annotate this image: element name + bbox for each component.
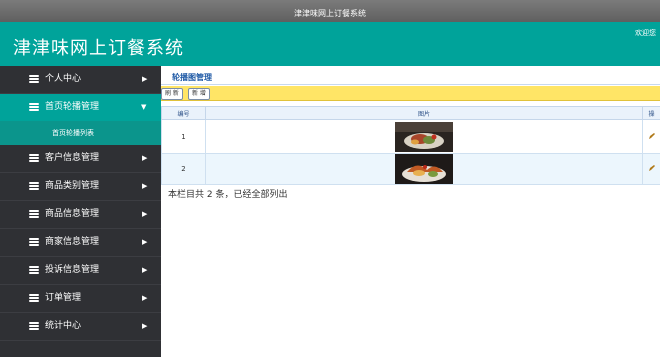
chevron-right-icon: ▶ [142, 294, 148, 302]
chevron-down-icon: ▼ [141, 103, 147, 111]
sidebar-item-label: 商品类别管理 [45, 181, 100, 191]
column-header-id: 编号 [161, 106, 206, 120]
stack-icon [29, 294, 39, 303]
chevron-right-icon: ▶ [142, 322, 148, 330]
stack-icon [29, 103, 39, 112]
sidebar-item-label: 首页轮播管理 [45, 102, 100, 112]
add-button[interactable]: 新 增 [188, 88, 210, 100]
cell-actions [642, 119, 660, 154]
cell-image [205, 119, 643, 154]
chevron-right-icon: ▶ [142, 238, 148, 246]
app-header: 津津味网上订餐系统 欢迎您 [0, 22, 660, 66]
app-title: 津津味网上订餐系统 [13, 38, 184, 59]
welcome-text: 欢迎您 [635, 29, 656, 37]
sidebar-item-order-management[interactable]: 订单管理 ▶ [0, 285, 161, 313]
food-photo-image [395, 121, 453, 152]
record-count-text: 本栏目共 2 条，已经全部列出 [168, 190, 288, 200]
refresh-button[interactable]: 刷 新 [161, 88, 183, 100]
sidebar-item-carousel-management[interactable]: 首页轮播管理 ▼ [0, 94, 161, 121]
sidebar-item-personal-center[interactable]: 个人中心 ▶ [0, 66, 161, 94]
sidebar-item-merchant-management[interactable]: 商家信息管理 ▶ [0, 229, 161, 257]
stack-icon [29, 210, 39, 219]
stack-icon [29, 182, 39, 191]
food-photo-image [395, 154, 453, 184]
cell-actions [642, 153, 660, 185]
sidebar-item-label: 统计中心 [45, 321, 82, 331]
sidebar-item-label: 客户信息管理 [45, 153, 100, 163]
chevron-right-icon: ▶ [142, 266, 148, 274]
sidebar: 个人中心 ▶ 首页轮播管理 ▼ 首页轮播列表 客户信息管理 ▶ 商品类别管理 ▶… [0, 66, 161, 357]
stack-icon [29, 154, 39, 163]
sidebar-item-statistics-center[interactable]: 统计中心 ▶ [0, 313, 161, 341]
sidebar-item-label: 商家信息管理 [45, 237, 100, 247]
chevron-right-icon: ▶ [142, 210, 148, 218]
page-title: 轮播图管理 [172, 73, 212, 82]
column-header-actions: 操 [642, 106, 660, 120]
stack-icon [29, 75, 39, 84]
chevron-right-icon: ▶ [142, 182, 148, 190]
sidebar-item-complaint-management[interactable]: 投诉信息管理 ▶ [0, 257, 161, 285]
stack-icon [29, 238, 39, 247]
toolbar: 刷 新 新 增 [161, 86, 660, 101]
sidebar-item-customer-management[interactable]: 客户信息管理 ▶ [0, 145, 161, 173]
chevron-right-icon: ▶ [142, 154, 148, 162]
sidebar-item-label: 个人中心 [45, 74, 82, 84]
cell-id: 1 [161, 119, 206, 154]
chevron-right-icon: ▶ [142, 75, 148, 83]
sidebar-item-product-management[interactable]: 商品信息管理 ▶ [0, 201, 161, 229]
edit-icon[interactable] [648, 165, 655, 171]
main-content: 轮播图管理 刷 新 新 增 编号 图片 操 1 2 本栏目共 2 条，已经全部列… [161, 66, 660, 357]
stack-icon [29, 266, 39, 275]
cell-id: 2 [161, 153, 206, 185]
sidebar-item-label: 投诉信息管理 [45, 265, 100, 275]
window-title-bar: 津津味网上订餐系统 [0, 0, 660, 24]
carousel-table: 编号 图片 操 1 2 [161, 106, 660, 185]
sidebar-subitem-carousel-list[interactable]: 首页轮播列表 [0, 121, 161, 145]
column-header-image: 图片 [205, 106, 643, 120]
table-row[interactable]: 1 [161, 119, 660, 154]
window-title: 津津味网上订餐系统 [294, 9, 366, 18]
sidebar-item-label: 商品信息管理 [45, 209, 100, 219]
cell-image [205, 153, 643, 185]
table-row[interactable]: 2 [161, 153, 660, 185]
sidebar-item-category-management[interactable]: 商品类别管理 ▶ [0, 173, 161, 201]
stack-icon [29, 322, 39, 331]
divider [161, 84, 660, 85]
edit-icon[interactable] [648, 132, 655, 139]
sidebar-item-label: 订单管理 [45, 293, 82, 303]
